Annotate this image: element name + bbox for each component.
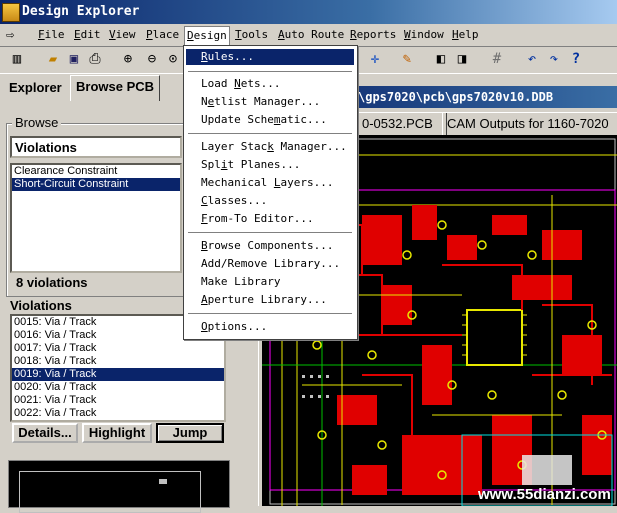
details-button[interactable]: Details... [12,423,78,443]
violation-item[interactable]: 0017: Via / Track [12,342,224,355]
mini-board-marker [159,479,167,484]
zoom-out-icon[interactable]: ⊖ [143,50,161,68]
violation-item[interactable]: 0020: Via / Track [12,381,224,394]
menu-design[interactable]: Design [184,26,230,45]
violation-count: 8 violations [16,275,88,290]
component-edit-icon[interactable]: ◨ [453,50,471,68]
design-menu-dropdown: Rules... Load Nets... Netlist Manager...… [183,45,358,340]
menu-edit[interactable]: Edit [72,28,103,41]
violations-label: Violations [10,298,72,313]
wand-icon[interactable]: ✎ [398,50,416,68]
system-menu-icon[interactable]: ⇨ [6,27,14,43]
violation-item[interactable]: 0018: Via / Track [12,355,224,368]
menu-help[interactable]: Help [450,28,481,41]
browse-type-select[interactable]: Violations [10,136,182,158]
menu-item-browse-components[interactable]: Browse Components... [201,238,333,254]
menu-view[interactable]: View [107,28,138,41]
menu-item-layer-stack-manager[interactable]: Layer Stack Manager... [201,139,347,155]
component-icon[interactable]: ◧ [432,50,450,68]
menu-reports[interactable]: Reports [348,28,398,41]
violation-item[interactable]: 0021: Via / Track [12,394,224,407]
browse-type-value: Violations [15,140,77,155]
zoom-fit-icon[interactable]: ⊙ [164,50,182,68]
menu-item-options[interactable]: Options... [201,319,267,335]
help-icon[interactable]: ? [567,50,585,68]
menu-separator [188,232,352,233]
menu-item-rules[interactable]: Rules... [201,49,254,65]
menu-bar: ⇨ File Edit View Place Design Tools Auto… [0,24,617,47]
menu-item-aperture-library[interactable]: Aperture Library... [201,292,327,308]
menu-separator [188,133,352,134]
save-icon[interactable]: ▣ [65,50,83,68]
menu-separator [188,71,352,72]
rule-list[interactable]: Clearance Constraint Short-Circuit Const… [10,163,182,273]
tab-explorer[interactable]: Explorer [4,77,67,99]
redo-icon[interactable]: ↷ [545,50,563,68]
violation-item-selected[interactable]: 0019: Via / Track [12,368,224,381]
highlight-button[interactable]: Highlight [82,423,152,443]
jump-button[interactable]: Jump [156,423,224,443]
explorer-toggle-icon[interactable]: ▥ [8,50,26,68]
menu-tools[interactable]: Tools [233,28,270,41]
violation-item[interactable]: 0022: Via / Track [12,407,224,420]
menu-item-netlist-manager[interactable]: Netlist Manager... [201,94,320,110]
menu-item-split-planes[interactable]: Split Planes... [201,157,300,173]
mini-board-viewer[interactable] [8,460,230,513]
mini-board-outline [19,471,201,513]
menu-item-from-to-editor[interactable]: From-To Editor... [201,211,314,227]
grid-icon[interactable]: # [488,50,506,68]
menu-item-mechanical-layers[interactable]: Mechanical Layers... [201,175,333,191]
menu-file[interactable]: File [36,28,67,41]
rule-item[interactable]: Clearance Constraint [12,165,180,178]
menu-item-make-library[interactable]: Make Library [201,274,280,290]
tab-cam-outputs[interactable]: CAM Outputs for 1160-7020 [442,112,617,135]
cross-probe-icon[interactable]: ✛ [366,50,384,68]
title-bar: Design Explorer [0,0,617,24]
menu-separator [188,313,352,314]
menu-item-add-remove-library[interactable]: Add/Remove Library... [201,256,340,272]
rule-item-selected[interactable]: Short-Circuit Constraint [12,178,180,191]
print-icon[interactable]: ⎙ [86,50,104,68]
undo-icon[interactable]: ↶ [523,50,541,68]
window-title: Design Explorer [22,4,140,19]
tab-browse-pcb[interactable]: Browse PCB [70,75,161,101]
app-icon [2,3,20,22]
menu-item-update-schematic[interactable]: Update Schematic... [201,112,327,128]
menu-item-load-nets[interactable]: Load Nets... [201,76,281,92]
browse-label: Browse [12,115,62,130]
watermark-text: www.55dianzi.com [478,486,611,503]
menu-place[interactable]: Place [144,28,181,41]
tab-pcb-document[interactable]: 0-0532.PCB [357,112,447,135]
zoom-in-icon[interactable]: ⊕ [119,50,137,68]
menu-item-classes[interactable]: Classes... [201,193,267,209]
menu-auto-route[interactable]: Auto Route [276,28,346,41]
menu-window[interactable]: Window [402,28,446,41]
document-path: \gps7020\pcb\gps7020v10.DDB [358,90,554,104]
open-folder-icon[interactable]: ▰ [44,50,62,68]
